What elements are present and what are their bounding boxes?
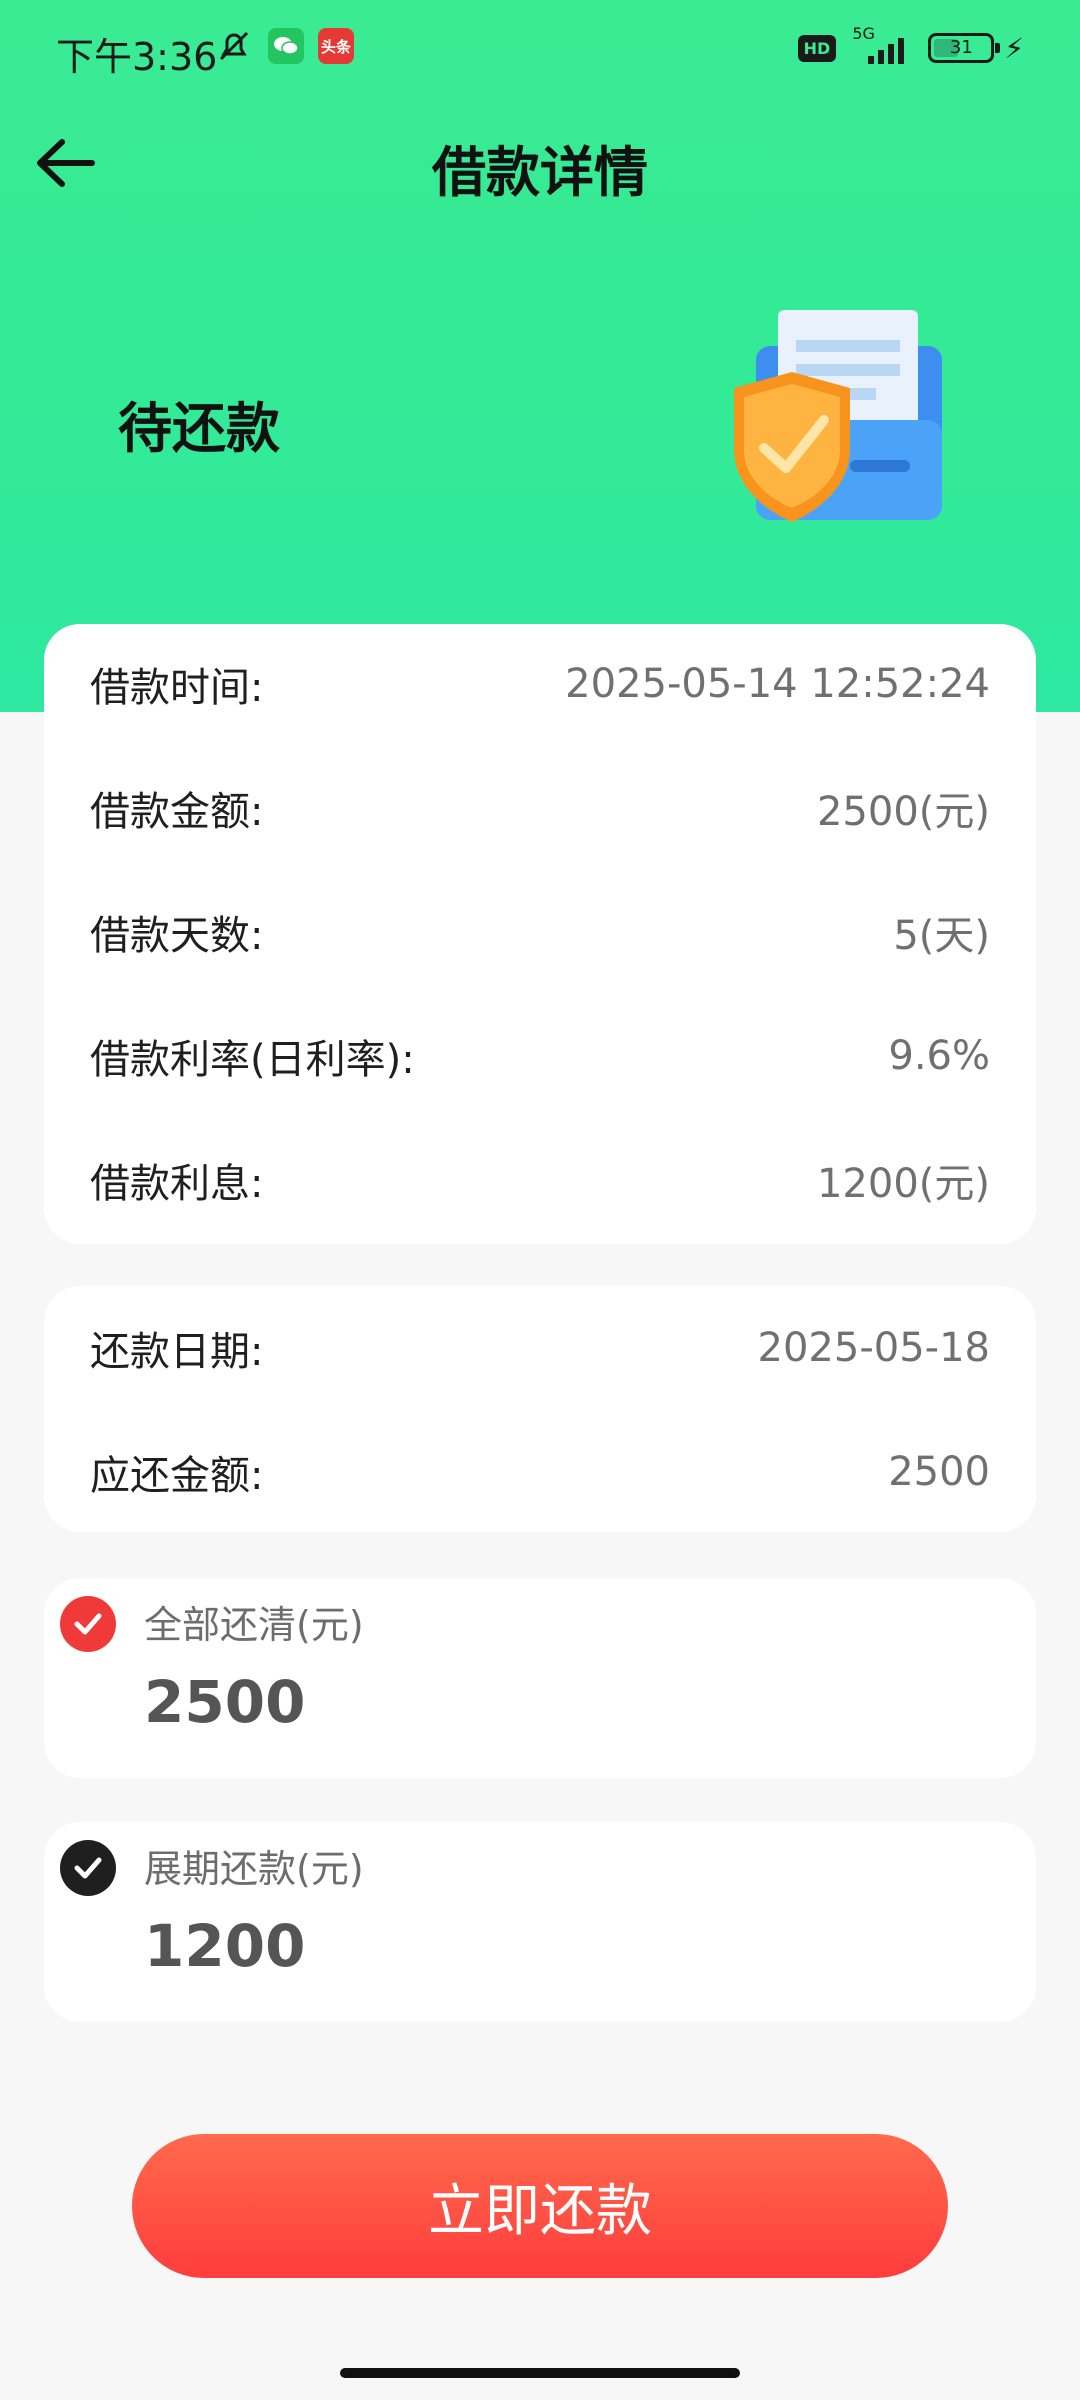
loan-details-card: 借款时间: 2025-05-14 12:52:24 借款金额: 2500(元) …	[44, 624, 1036, 1244]
option-amount: 2500	[144, 1668, 306, 1736]
detail-value: 2500(元)	[816, 789, 990, 835]
loan-status: 待还款	[118, 397, 280, 460]
wechat-icon	[268, 28, 304, 64]
mute-icon	[214, 28, 254, 64]
detail-value: 9.6%	[888, 1033, 990, 1079]
option-amount: 1200	[144, 1912, 306, 1980]
detail-label: 借款利率(日利率):	[90, 1037, 415, 1083]
notification-icons: 头条	[214, 28, 354, 64]
detail-label: 借款天数:	[90, 913, 264, 959]
charging-icon: ⚡	[1004, 31, 1024, 65]
battery-level: 31	[949, 37, 973, 58]
status-time: 下午3:36	[56, 35, 218, 79]
page-title: 借款详情	[432, 141, 648, 204]
detail-row-repay-date: 还款日期: 2025-05-18	[90, 1318, 990, 1378]
hd-badge: HD	[797, 34, 837, 62]
check-icon[interactable]	[60, 1840, 116, 1896]
detail-value: 2500	[888, 1449, 990, 1495]
signal-icon: 5G	[846, 24, 918, 66]
status-bar: 下午3:36 头条 HD 5G 31 ⚡	[0, 0, 1080, 100]
detail-value: 2025-05-18	[757, 1325, 990, 1371]
home-indicator[interactable]	[340, 2368, 740, 2378]
detail-value: 2025-05-14 12:52:24	[565, 661, 990, 707]
detail-row-loan-time: 借款时间: 2025-05-14 12:52:24	[90, 654, 990, 714]
battery-icon: 31	[928, 33, 1001, 63]
check-selected-icon[interactable]	[60, 1596, 116, 1652]
detail-value: 1200(元)	[816, 1161, 990, 1207]
detail-label: 还款日期:	[90, 1329, 264, 1375]
detail-row-amount-due: 应还金额: 2500	[90, 1442, 990, 1502]
detail-row-loan-amount: 借款金额: 2500(元)	[90, 778, 990, 838]
document-shield-illustration	[720, 300, 960, 540]
detail-label: 借款时间:	[90, 665, 264, 711]
option-label: 全部还清(元)	[144, 1603, 364, 1647]
repay-now-button[interactable]: 立即还款	[132, 2134, 948, 2278]
option-label: 展期还款(元)	[144, 1847, 364, 1891]
detail-value: 5(天)	[893, 913, 990, 959]
repayment-card: 还款日期: 2025-05-18 应还金额: 2500	[44, 1286, 1036, 1532]
detail-label: 应还金额:	[90, 1453, 264, 1499]
detail-label: 借款利息:	[90, 1161, 264, 1207]
toutiao-icon: 头条	[318, 28, 354, 64]
full-repayment-option[interactable]: 全部还清(元) 2500	[44, 1578, 1036, 1778]
detail-row-interest: 借款利息: 1200(元)	[90, 1150, 990, 1210]
system-icons: HD 5G 31 ⚡	[797, 24, 1024, 66]
detail-row-loan-days: 借款天数: 5(天)	[90, 902, 990, 962]
detail-row-interest-rate: 借款利率(日利率): 9.6%	[90, 1026, 990, 1086]
detail-label: 借款金额:	[90, 789, 264, 835]
extension-repayment-option[interactable]: 展期还款(元) 1200	[44, 1822, 1036, 2022]
